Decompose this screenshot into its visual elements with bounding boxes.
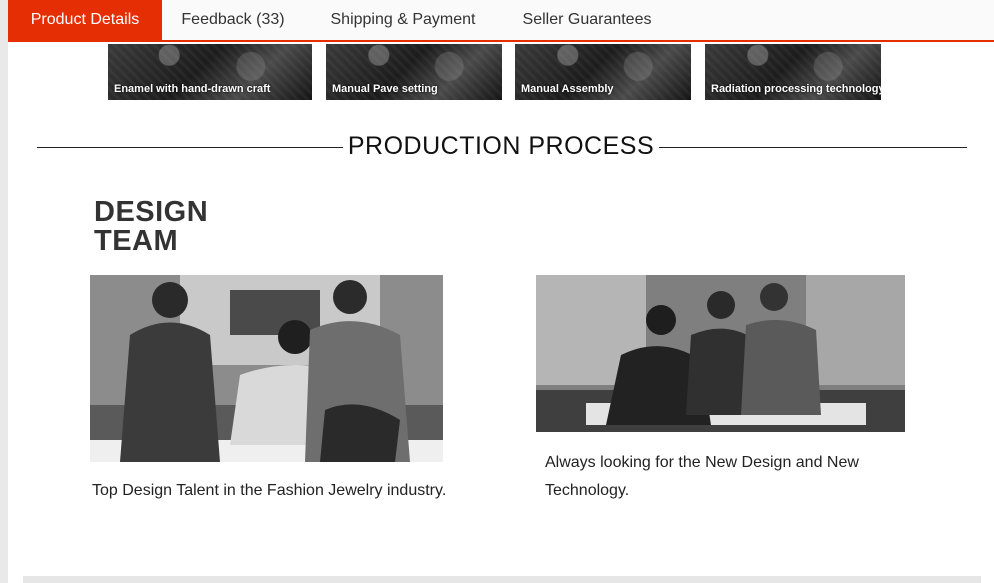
craft-caption: Radiation processing technology: [711, 83, 881, 95]
design-team-photo-studio: [90, 275, 443, 462]
design-team-photo-review: [536, 275, 905, 432]
detail-tab-bar: Product Details Feedback (33) Shipping &…: [8, 0, 994, 42]
tab-product-details[interactable]: Product Details: [8, 0, 162, 42]
review-scene-illustration: [536, 275, 905, 432]
section-divider-left: [37, 147, 343, 148]
craft-caption: Manual Assembly: [521, 83, 614, 95]
left-edge-bar: [0, 0, 8, 583]
footer-divider-bar: [23, 576, 981, 583]
product-detail-page: Product Details Feedback (33) Shipping &…: [0, 0, 994, 583]
section-divider-right: [659, 147, 967, 148]
tab-shipping-payment[interactable]: Shipping & Payment: [316, 0, 490, 42]
craft-image-enamel: Enamel with hand-drawn craft: [108, 44, 312, 100]
tab-feedback[interactable]: Feedback (33): [170, 0, 296, 42]
craft-image-assembly: Manual Assembly: [515, 44, 691, 100]
craft-image-pave-setting: Manual Pave setting: [326, 44, 502, 100]
craft-image-radiation: Radiation processing technology: [705, 44, 881, 100]
photo-caption-new-design: Always looking for the New Design and Ne…: [545, 454, 859, 499]
craft-caption: Manual Pave setting: [332, 83, 438, 95]
studio-scene-illustration: [90, 275, 443, 462]
section-title: PRODUCTION PROCESS: [347, 132, 655, 160]
design-team-line2: TEAM: [94, 225, 179, 257]
tab-seller-guarantees[interactable]: Seller Guarantees: [508, 0, 666, 42]
design-team-line1: DESIGN: [94, 196, 209, 228]
design-team-heading: DESIGN TEAM: [94, 198, 208, 256]
photo-caption-design-talent: Top Design Talent in the Fashion Jewelry…: [92, 482, 447, 499]
craft-caption: Enamel with hand-drawn craft: [114, 83, 271, 95]
